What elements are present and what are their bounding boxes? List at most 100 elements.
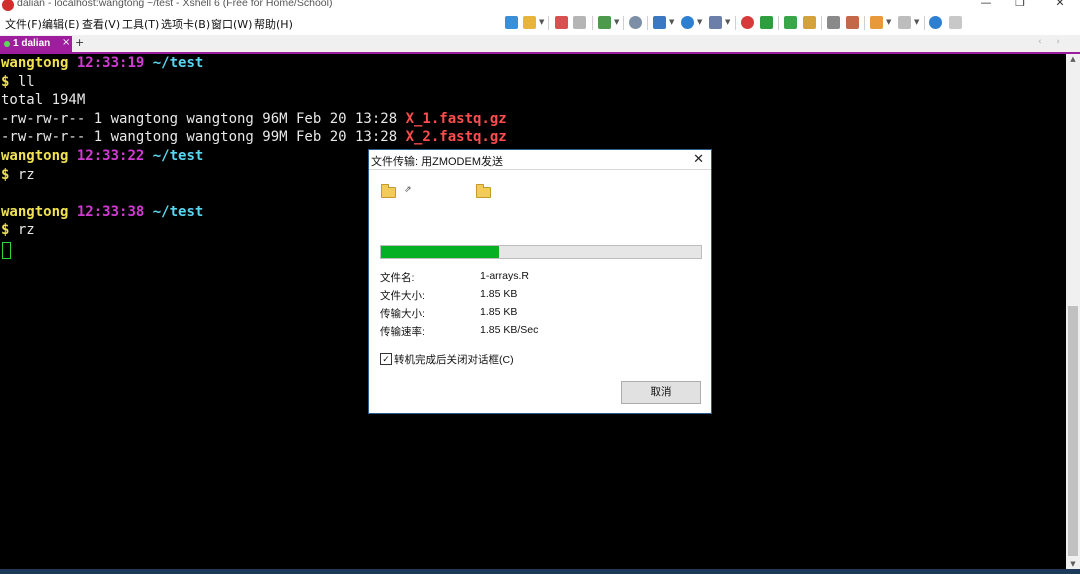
transferred-size-value: 1.85 KB <box>480 306 518 318</box>
terminal-line-output: -rw-rw-r-- 1 wangtong wangtong 99M Feb 2… <box>1 128 507 146</box>
disconnect-icon[interactable] <box>573 16 586 29</box>
close-icon[interactable]: ✕ <box>693 151 704 167</box>
transfer-arrow-icon: ⇗ <box>404 184 412 194</box>
tab-bar: 1 dalian × + ‹ › <box>0 35 1080 54</box>
chevron-down-icon[interactable]: ▼ <box>697 18 702 26</box>
output-text: total 194M <box>1 92 86 109</box>
globe-icon[interactable] <box>681 16 694 29</box>
properties-icon[interactable] <box>598 16 611 29</box>
prompt-time: 12:33:22 <box>76 148 145 164</box>
toolbar-separator <box>778 16 779 30</box>
scroll-up-icon[interactable]: ▲ <box>1066 55 1080 63</box>
keyboard-icon[interactable] <box>827 16 840 29</box>
folder-icon <box>381 184 396 198</box>
help-icon[interactable] <box>929 16 942 29</box>
open-folder-icon[interactable] <box>523 16 536 29</box>
file-size-label: 文件大小: <box>380 290 425 302</box>
menu-file[interactable]: 文件(F) <box>5 16 42 32</box>
prompt-path: ~/test <box>152 203 204 220</box>
chevron-down-icon[interactable]: ▼ <box>669 18 674 26</box>
file-name: X_1.fastq.gz <box>405 110 507 127</box>
window-icon[interactable] <box>898 16 911 29</box>
terminal-line-prompt: wangtong 12:33:38 ~/test <box>1 203 203 221</box>
xshell-icon <box>2 0 14 11</box>
prompt-user: wangtong <box>1 55 69 71</box>
menu-tools[interactable]: 工具(T) <box>122 16 159 32</box>
dialog-title-bar: 文件传输: 用ZMODEM发送 ✕ <box>369 150 711 170</box>
xftp-icon[interactable] <box>741 16 754 29</box>
dialog-title: 文件传输: 用ZMODEM发送 <box>371 156 503 168</box>
menu-tabs[interactable]: 选项卡(B) <box>161 16 210 32</box>
lock-icon[interactable] <box>803 16 816 29</box>
search-icon[interactable] <box>629 16 642 29</box>
toolbar-separator <box>864 16 865 30</box>
progress-fill <box>381 246 500 258</box>
new-session-icon[interactable] <box>505 16 518 29</box>
terminal-cursor <box>2 242 11 259</box>
minimize-button[interactable]: — <box>976 0 996 9</box>
prompt-path: ~/test <box>152 55 204 71</box>
menu-edit[interactable]: 编辑(E) <box>42 16 80 32</box>
prompt-user: wangtong <box>1 148 69 164</box>
prompt-time: 12:33:19 <box>76 55 145 71</box>
font-icon[interactable] <box>709 16 722 29</box>
terminal-line-command: $ rz <box>1 221 35 239</box>
chevron-down-icon[interactable]: ▼ <box>886 18 891 26</box>
terminal-scrollbar[interactable]: ▲ ▼ <box>1066 54 1080 570</box>
menu-window[interactable]: 窗口(W) <box>211 16 252 32</box>
toolbar-separator <box>647 16 648 30</box>
command-text: ll <box>9 73 35 90</box>
command-text: rz <box>9 166 35 183</box>
fullscreen-icon[interactable] <box>784 16 797 29</box>
chevron-down-icon[interactable]: ▼ <box>914 18 919 26</box>
status-bar <box>0 569 1080 574</box>
scroll-down-icon[interactable]: ▼ <box>1066 560 1080 568</box>
terminal-line-command: $ ll <box>1 73 35 91</box>
connect-icon[interactable] <box>555 16 568 29</box>
scrollbar-thumb[interactable] <box>1068 306 1078 556</box>
tab-dalian[interactable]: 1 dalian × <box>0 36 72 52</box>
connected-status-icon <box>4 41 10 47</box>
add-folder-icon[interactable] <box>870 16 883 29</box>
restore-button[interactable]: ❐ <box>1010 0 1030 9</box>
toolbar-separator <box>924 16 925 30</box>
toolbar-separator <box>623 16 624 30</box>
prompt-time: 12:33:38 <box>76 203 145 220</box>
toolbar-separator <box>821 16 822 30</box>
compose-icon[interactable] <box>846 16 859 29</box>
output-text: -rw-rw-r-- 1 wangtong wangtong 96M Feb 2… <box>1 110 406 127</box>
layout-icon[interactable] <box>653 16 666 29</box>
chevron-down-icon[interactable]: ▼ <box>539 18 544 26</box>
file-name-value: 1-arrays.R <box>480 270 530 282</box>
terminal-line-prompt: wangtong 12:33:22 ~/test <box>1 147 203 165</box>
cancel-button[interactable]: 取消 <box>621 381 701 404</box>
chevron-down-icon[interactable]: ▼ <box>725 18 730 26</box>
add-tab-button[interactable]: + <box>75 36 84 49</box>
file-name: X_2.fastq.gz <box>405 129 507 146</box>
menu-view[interactable]: 查看(V) <box>82 16 120 32</box>
command-text: rz <box>9 222 35 239</box>
menu-help[interactable]: 帮助(H) <box>254 16 293 32</box>
toolbar-separator <box>592 16 593 30</box>
file-name-label: 文件名: <box>380 272 415 284</box>
chevron-down-icon[interactable]: ▼ <box>614 18 619 26</box>
prompt-user: wangtong <box>1 203 69 220</box>
close-icon[interactable]: × <box>62 37 70 48</box>
transfer-rate-value: 1.85 KB/Sec <box>480 324 539 336</box>
close-button[interactable]: ✕ <box>1050 0 1070 9</box>
transfer-progress-bar <box>380 245 702 259</box>
transfer-icon[interactable] <box>760 16 773 29</box>
terminal-line-output: total 194M <box>1 91 85 109</box>
title-bar: dalian - localhost:wangtong ~/test - Xsh… <box>0 0 1080 13</box>
close-on-finish-label: 转机完成后关闭对话框(C) <box>394 354 514 366</box>
transferred-size-label: 传输大小: <box>380 308 425 320</box>
terminal-line-output: -rw-rw-r-- 1 wangtong wangtong 96M Feb 2… <box>1 110 507 128</box>
prompt-path: ~/test <box>152 148 204 164</box>
terminal-line-prompt: wangtong 12:33:19 ~/test <box>1 54 203 72</box>
transfer-rate-label: 传输速率: <box>380 326 425 338</box>
close-on-finish-checkbox[interactable]: ✓ <box>380 353 392 365</box>
tab-nav-arrows[interactable]: ‹ › <box>1038 37 1066 47</box>
toolbar-separator <box>548 16 549 30</box>
window-title: dalian - localhost:wangtong ~/test - Xsh… <box>17 0 333 9</box>
chat-icon[interactable] <box>949 16 962 29</box>
